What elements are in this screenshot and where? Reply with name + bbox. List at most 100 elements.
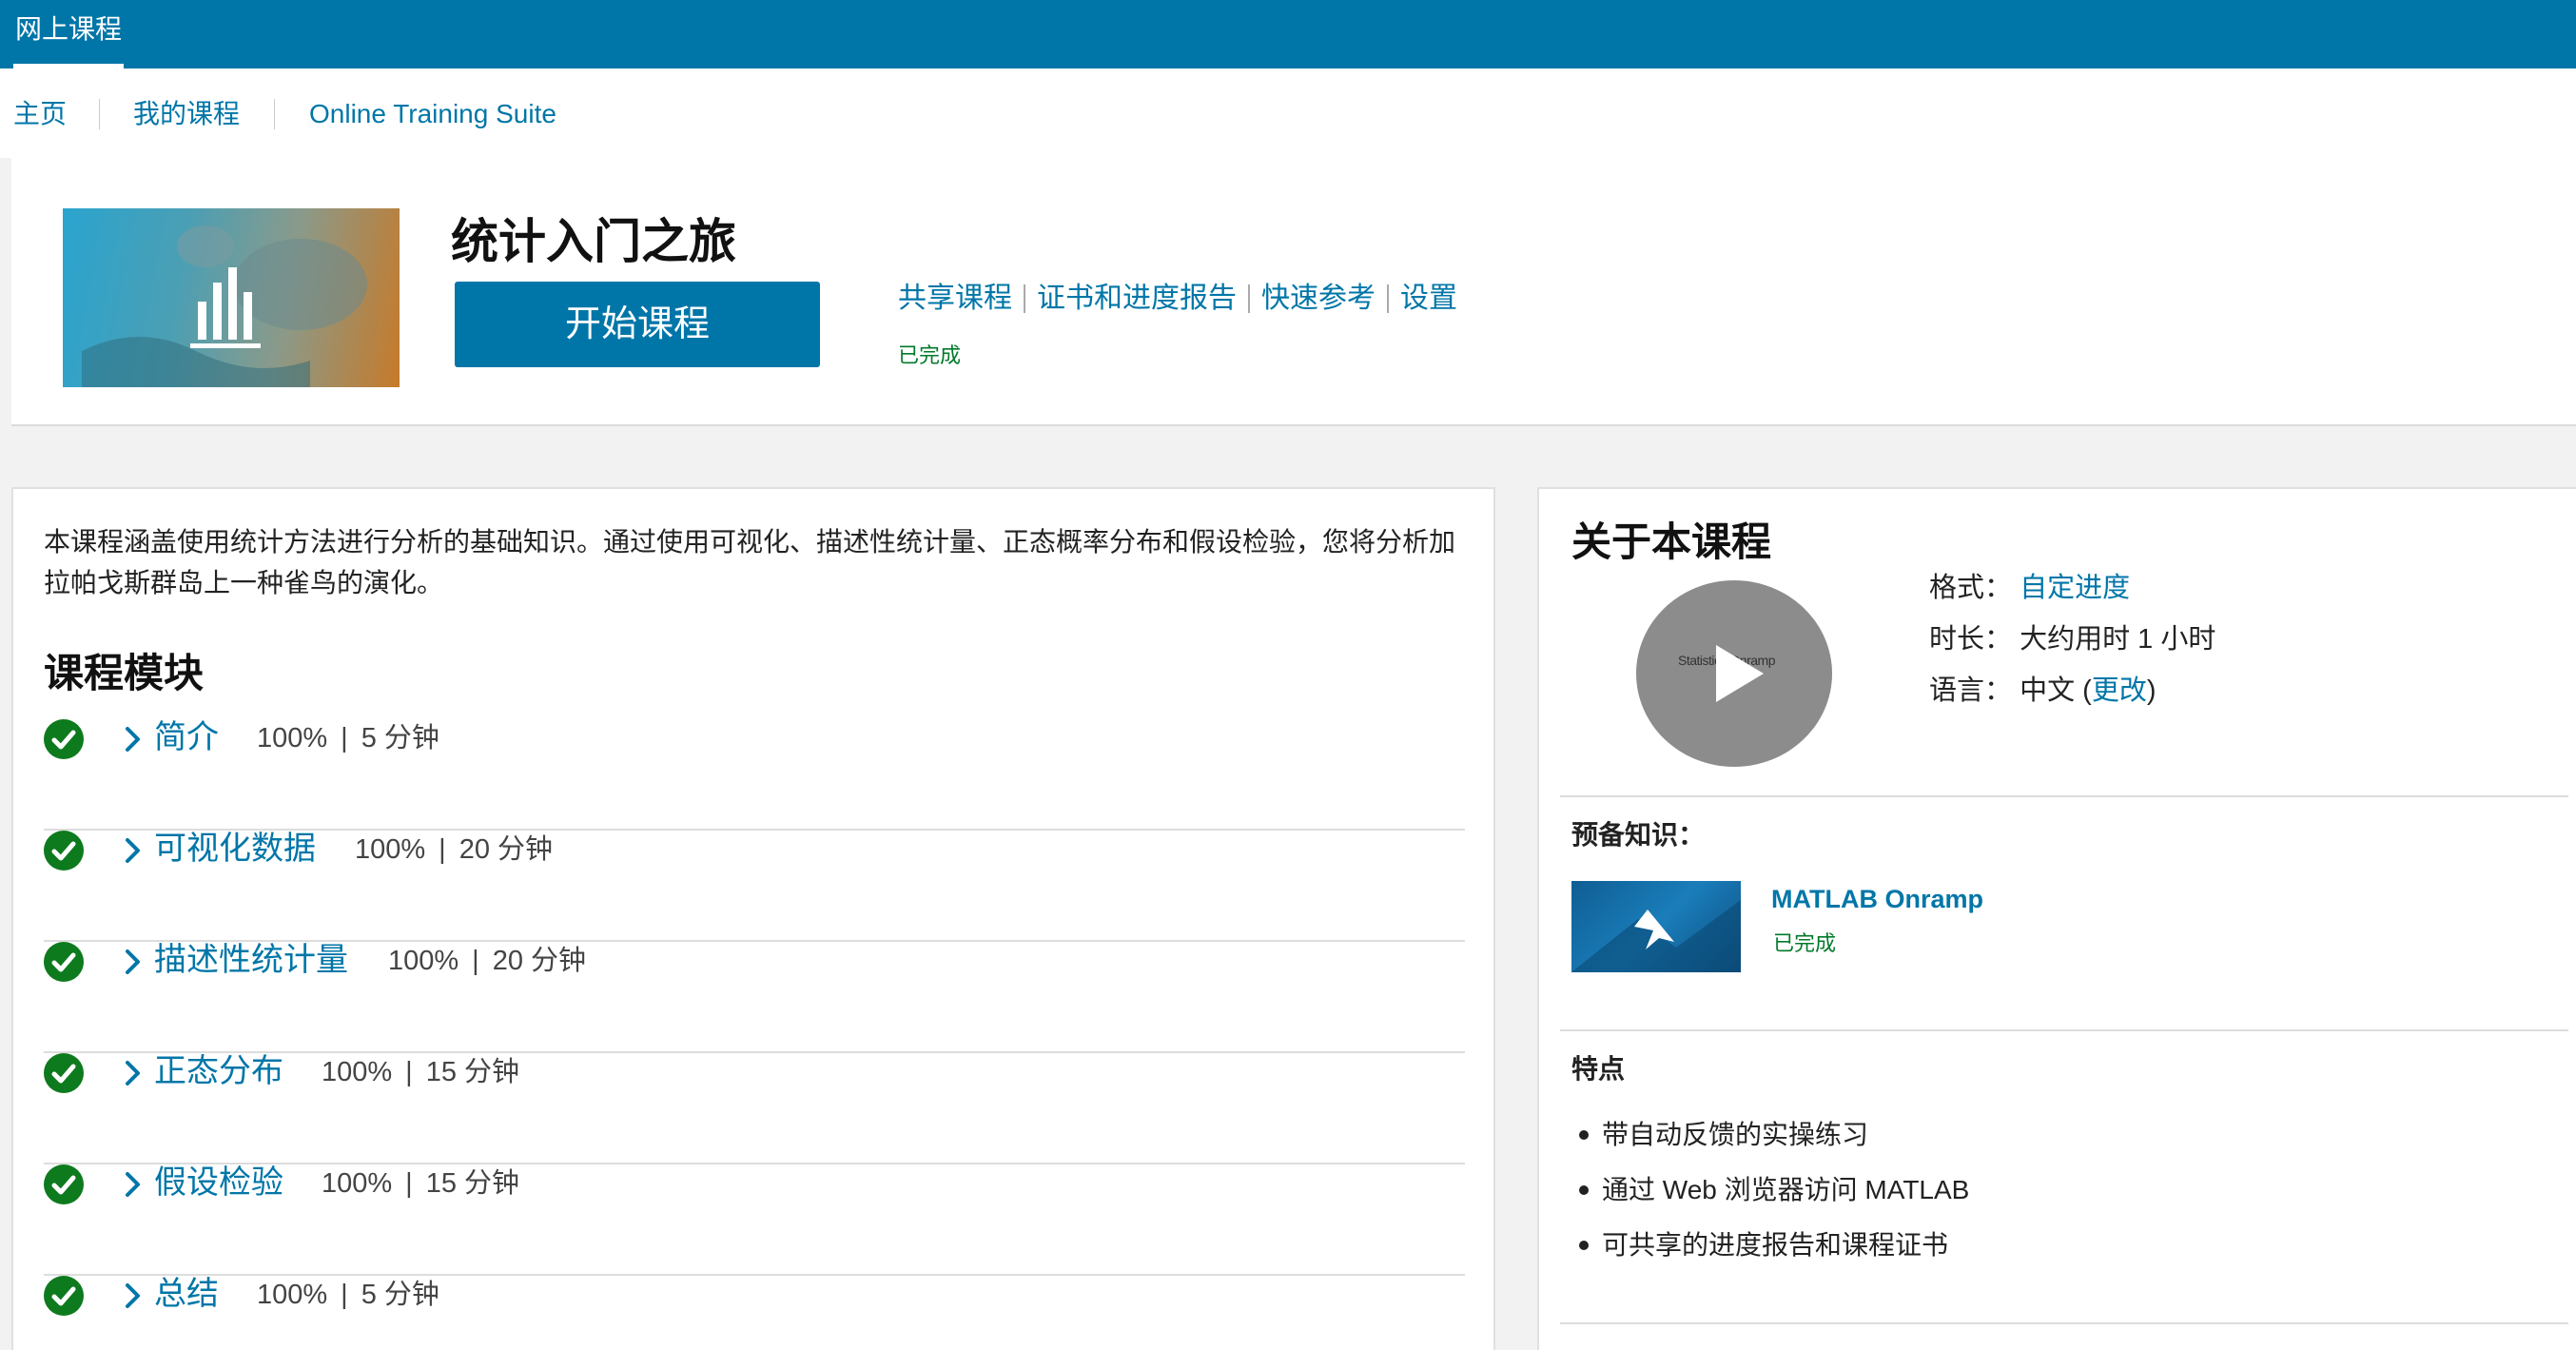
module-duration: 20 分钟 — [459, 834, 554, 865]
bird-chart-image — [82, 225, 367, 387]
module-row[interactable]: 正态分布 100% | 15 分钟 — [44, 1053, 1465, 1164]
feature-item: 通过 Web 浏览器访问 MATLAB — [1571, 1163, 1969, 1218]
course-content-panel: 本课程涵盖使用统计方法进行分析的基础知识。通过使用可视化、描述性统计量、正态概率… — [11, 487, 1495, 1350]
module-duration: 5 分钟 — [361, 1280, 439, 1310]
module-row[interactable]: 可视化数据 100% | 20 分钟 — [44, 831, 1465, 942]
module-duration: 15 分钟 — [425, 1168, 520, 1199]
bullet-icon — [1579, 1240, 1589, 1250]
module-name-link[interactable]: 简介 — [154, 714, 219, 761]
chevron-right-icon[interactable] — [122, 1168, 145, 1201]
module-row[interactable]: 简介 100% | 5 分钟 — [44, 719, 1465, 831]
certificate-progress-link[interactable]: 证书和进度报告 — [1037, 280, 1237, 318]
module-name-link[interactable]: 正态分布 — [154, 1047, 283, 1095]
module-progress: 100% — [257, 723, 328, 753]
module-progress: 100% — [257, 1280, 328, 1310]
brand-link[interactable]: 网上课程 — [13, 0, 125, 68]
course-header: 统计入门之旅 开始课程 共享课程 证书和进度报告 快速参考 设置 已完成 — [11, 158, 2576, 426]
course-description: 本课程涵盖使用统计方法进行分析的基础知识。通过使用可视化、描述性统计量、正态概率… — [44, 527, 1456, 597]
module-stats: 100% | 20 分钟 — [355, 831, 553, 869]
chevron-right-icon[interactable] — [122, 834, 145, 867]
prerequisite-thumbnail[interactable] — [1571, 881, 1741, 972]
nav-online-training-suite[interactable]: Online Training Suite — [309, 95, 556, 133]
course-links: 共享课程 证书和进度报告 快速参考 设置 — [898, 280, 1457, 318]
module-duration: 5 分钟 — [361, 723, 439, 753]
duration-row: 时长： 大约用时 1 小时 — [1929, 620, 2215, 658]
language-label: 语言： — [1929, 675, 2013, 706]
check-circle-icon — [44, 831, 84, 871]
sub-navigation: 主页 我的课程 Online Training Suite — [0, 68, 2576, 158]
module-row[interactable]: 假设检验 100% | 15 分钟 — [44, 1164, 1465, 1276]
module-stats: 100% | 20 分钟 — [388, 942, 586, 980]
language-paren-close: ) — [2146, 675, 2156, 706]
quick-reference-link[interactable]: 快速参考 — [1261, 280, 1376, 318]
module-stat-separator: | — [341, 1280, 348, 1310]
format-row: 格式： 自定进度 — [1929, 569, 2130, 607]
feature-item: 可共享的进度报告和课程证书 — [1571, 1218, 1969, 1273]
check-circle-icon — [44, 942, 84, 982]
check-circle-icon — [44, 1164, 84, 1204]
module-stats: 100% | 15 分钟 — [322, 1164, 519, 1203]
features-heading: 特点 — [1571, 1054, 1626, 1084]
module-name-link[interactable]: 总结 — [154, 1270, 219, 1318]
modules-heading: 课程模块 — [44, 651, 205, 695]
feature-item: 带自动反馈的实操练习 — [1571, 1107, 1969, 1163]
section-divider — [1560, 795, 2568, 797]
prerequisite-status: 已完成 — [1773, 931, 1837, 955]
module-row[interactable]: 描述性统计量 100% | 20 分钟 — [44, 942, 1465, 1053]
module-stats: 100% | 15 分钟 — [322, 1053, 519, 1091]
chevron-right-icon[interactable] — [122, 1280, 145, 1312]
link-divider — [1387, 284, 1389, 313]
module-stat-separator: | — [439, 834, 446, 865]
format-label: 格式： — [1929, 573, 2013, 603]
language-change-link[interactable]: 更改 — [2092, 675, 2147, 706]
bullet-icon — [1579, 1184, 1589, 1195]
chevron-right-icon[interactable] — [122, 1057, 145, 1089]
course-title: 统计入门之旅 — [451, 215, 736, 268]
about-heading: 关于本课程 — [1571, 519, 1772, 564]
check-circle-icon — [44, 1276, 84, 1316]
top-bar: 网上课程 — [0, 0, 2576, 68]
duration-value: 大约用时 1 小时 — [2020, 624, 2216, 655]
module-stat-separator: | — [472, 946, 479, 976]
course-status: 已完成 — [898, 343, 962, 367]
prerequisites-heading: 预备知识： — [1571, 820, 1706, 850]
check-circle-icon — [44, 719, 84, 759]
module-name-link[interactable]: 描述性统计量 — [154, 936, 348, 984]
nav-divider — [99, 99, 100, 129]
module-stats: 100% | 5 分钟 — [257, 1276, 439, 1314]
bullet-icon — [1579, 1129, 1589, 1140]
language-row: 语言： 中文 (更改) — [1929, 672, 2156, 710]
nav-home[interactable]: 主页 — [13, 95, 67, 133]
module-stat-separator: | — [405, 1057, 413, 1087]
module-stats: 100% | 5 分钟 — [257, 719, 439, 757]
format-value-link[interactable]: 自定进度 — [2020, 573, 2130, 603]
nav-my-courses[interactable]: 我的课程 — [133, 95, 240, 133]
module-progress: 100% — [388, 946, 459, 976]
module-progress: 100% — [355, 834, 426, 865]
settings-link[interactable]: 设置 — [1400, 280, 1457, 318]
module-progress: 100% — [322, 1168, 393, 1199]
features-list: 带自动反馈的实操练习 通过 Web 浏览器访问 MATLAB 可共享的进度报告和… — [1571, 1107, 1969, 1273]
module-stat-separator: | — [341, 723, 348, 753]
module-duration: 20 分钟 — [492, 946, 587, 976]
module-name-link[interactable]: 可视化数据 — [154, 825, 316, 872]
module-progress: 100% — [322, 1057, 393, 1087]
course-video[interactable]: Statistics Onramp — [1636, 580, 1832, 767]
module-duration: 15 分钟 — [425, 1057, 520, 1087]
section-divider — [1560, 1029, 2568, 1031]
play-icon[interactable] — [1636, 580, 1832, 767]
prerequisite-course-link[interactable]: MATLAB Onramp — [1771, 885, 1983, 914]
link-divider — [1024, 284, 1025, 313]
module-name-link[interactable]: 假设检验 — [154, 1159, 283, 1206]
chevron-right-icon[interactable] — [122, 723, 145, 755]
section-divider — [1560, 1322, 2568, 1324]
course-thumbnail — [63, 208, 400, 387]
chevron-right-icon[interactable] — [122, 946, 145, 978]
module-row[interactable]: 总结 100% | 5 分钟 — [44, 1276, 1465, 1350]
nav-divider — [274, 99, 275, 129]
start-course-button[interactable]: 开始课程 — [455, 282, 820, 367]
module-stat-separator: | — [405, 1168, 413, 1199]
check-circle-icon — [44, 1053, 84, 1093]
share-course-link[interactable]: 共享课程 — [898, 280, 1012, 318]
language-value: 中文 — [2020, 675, 2076, 706]
